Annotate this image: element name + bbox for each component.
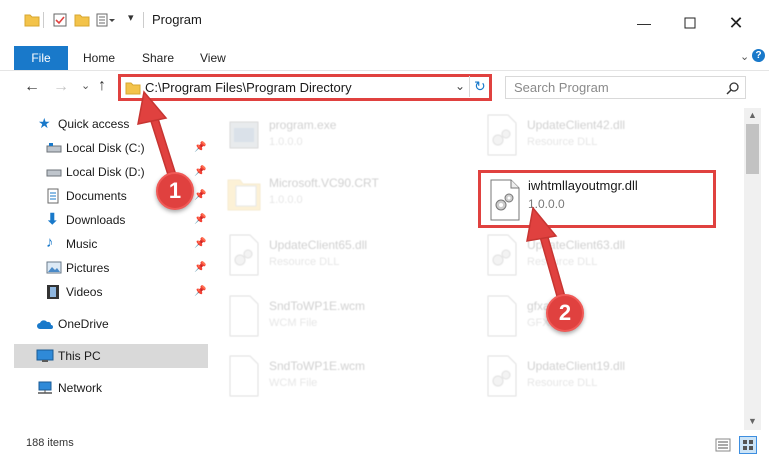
callout-badge-1: 1 xyxy=(156,172,194,210)
annotation-arrows xyxy=(137,90,567,305)
arrow-1 xyxy=(137,90,177,180)
arrow-2 xyxy=(526,206,567,305)
callout-badge-2: 2 xyxy=(546,294,584,332)
